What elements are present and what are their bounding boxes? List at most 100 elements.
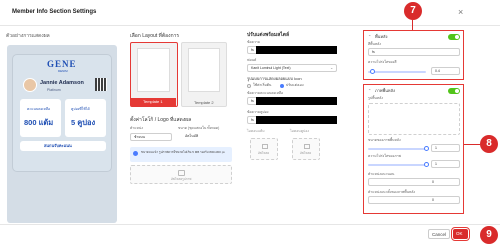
coupons-label: คูปองที่ใช้ได้ [71,107,90,111]
brand-logo: GENE [47,59,77,69]
upload-icon [262,144,268,149]
font-select-value: Kanit Luminul Light (Text) [251,66,291,70]
middle-field1-redacted [256,46,337,54]
background-color-field[interactable]: fs [368,48,460,56]
panel8-image-label: รูปพื้นหลัง [368,96,383,100]
opacity-slider-track[interactable] [368,71,426,73]
image-size-value-field[interactable]: 1 [431,144,460,152]
ok-button[interactable]: OK [451,227,470,241]
middle-field4-prefix: fs [251,118,254,122]
panel8-slider1-value: 1 [435,146,437,150]
callout-7-line [412,20,413,30]
brand-sub: DENIM [58,69,68,73]
layout-heading: เลือก Layout ที่ต้องการ [130,33,180,39]
logo-info-text: ขนาดแนะนำ รูปภาพควรมีขนาดไม่เกิน 5 MB รอ… [141,150,225,154]
panel8-title: ภาพพื้นหลัง [375,88,395,93]
footer-divider [0,224,500,225]
middle-field1-prefix: fs [251,48,254,52]
preview-card: GENE DENIM Jannie Adamson Platinum คะแนน… [12,54,112,172]
scan-bar[interactable]: สแกนรับคะแนน [20,141,106,151]
background-image-upload[interactable] [368,103,460,135]
panel7-slider-value: 0.4 [435,69,440,73]
panel7-title: พื้นหลัง [375,34,388,39]
preview-heading: ตัวอย่างการแสดงผล [6,33,50,39]
member-name: Jannie Adamson [40,80,84,86]
panel8-field2-value: 0 [432,198,434,202]
horizontal-position-field[interactable]: 0 [368,178,460,186]
vertical-position-field[interactable]: 0 [368,196,460,204]
icon-style-label: รูปแบบการแสดงผลอยแบบ Icon [247,76,302,81]
points-icon-upload-label: อัพโหลด [258,151,270,155]
image-opacity-value-field[interactable]: 1 [431,160,460,168]
panel7-slider-label: ความโปร่งใสของสี [368,60,397,64]
image-size-slider-handle[interactable] [424,146,429,151]
logo-position-value: ซ้ายบน [134,135,146,139]
image-opacity-slider-track[interactable] [368,164,426,166]
callout-9: 9 [480,226,498,244]
middle-field2-label: ฟอนต์ [247,58,257,62]
opacity-value-field[interactable]: 0.4 [431,67,460,75]
logo-position-select[interactable]: ซ้ายบน [130,133,172,141]
opacity-slider-handle[interactable] [370,69,375,74]
callout-8: 8 [480,135,498,153]
logo-size-label: ขนาด (ชุดแสดงใน ทั้งหมด) [178,126,220,130]
radio-default-label: ใช้ค่าเริ่มต้น [253,83,272,87]
member-tier: Platinum [47,88,61,92]
avatar [23,78,37,92]
template-2-thumb [188,48,220,92]
callout-7: 7 [404,2,422,20]
coupon-icon-caption: ไอคอนคูปอง [290,129,310,133]
panel8-slider2-label: ความโปร่งใสของภาพ [368,154,401,158]
panel8-slider1-label: ขนาดของภาพพื้นหลัง [368,138,401,142]
middle-heading: ปรับแต่งพร้อมสไตล์ [247,32,290,38]
header-divider [0,25,500,26]
background-color-toggle[interactable] [448,34,460,40]
points-icon-upload[interactable]: อัพโหลด [250,138,278,160]
chevron-icon[interactable]: ⌃ [368,35,371,39]
image-size-slider-track[interactable] [368,148,426,150]
coupon-icon-upload[interactable]: อัพโหลด [292,138,320,160]
panel8-field1-value: 0 [432,180,434,184]
qr-code-icon[interactable] [95,78,107,91]
logo-upload-label: อัพโหลดรูปภาพ [171,177,192,181]
points-value: 800 แต้ม [24,118,54,127]
scan-label: สแกนรับคะแนน [44,143,72,148]
panel7-field1-label: สีพื้นหลัง [368,42,381,46]
coupons-tile: คูปองที่ใช้ได้ 5 คูปอง [65,99,106,137]
cancel-button[interactable]: Cancel [428,229,450,239]
template-1-thumb [137,48,170,92]
template-1-option[interactable]: Template 1 [130,42,178,107]
radio-custom[interactable] [280,84,284,88]
panel7-field1-prefix: fs [372,50,375,54]
middle-field4-redacted [256,116,337,124]
template-2-label: Template 2 [194,100,214,105]
template-1-label-bar: Template 1 [131,98,176,106]
info-icon [133,151,138,156]
radio-default[interactable] [247,84,251,88]
template-2-option[interactable]: Template 2 [181,42,227,107]
logo-info-banner: ขนาดแนะนำ รูปภาพควรมีขนาดไม่เกิน 5 MB รอ… [130,147,232,162]
logo-size-value: อัตโนมัติ [185,134,199,138]
points-icon-caption: ไอคอนแต้ม [247,129,265,133]
preview-frame: GENE DENIM Jannie Adamson Platinum คะแนน… [7,45,117,223]
logo-upload-area[interactable]: อัพโหลดรูปภาพ [130,165,232,184]
middle-field3-prefix: fs [251,99,254,103]
font-select[interactable]: Kanit Luminul Light (Text) ⌄ [247,64,337,72]
cancel-label: Cancel [432,232,447,237]
background-image-toggle[interactable] [448,88,460,94]
chevron-icon[interactable]: ⌃ [368,89,371,93]
middle-field1-label: ข้อความ [247,40,261,44]
panel8-field1-label: ตำแหน่งแนวนอน [368,172,395,176]
close-icon[interactable]: × [458,8,463,17]
upload-icon [178,170,185,176]
panel8-slider2-value: 1 [435,162,437,166]
coupons-value: 5 คูปอง [71,118,96,127]
upload-icon [304,144,310,149]
middle-field3-redacted [256,97,337,105]
coupon-icon-upload-label: อัพโหลด [300,151,312,155]
panel8-field2-label: ตำแหน่งแนวตั้งของภาพพื้นหลัง [368,190,416,194]
image-opacity-slider-handle[interactable] [424,162,429,167]
radio-custom-label: ปรับแต่งเอง [286,83,304,87]
middle-field3-label: ข้อความคะแนนคงเหลือ [247,91,284,95]
points-label: คะแนนคงเหลือ [27,107,51,111]
